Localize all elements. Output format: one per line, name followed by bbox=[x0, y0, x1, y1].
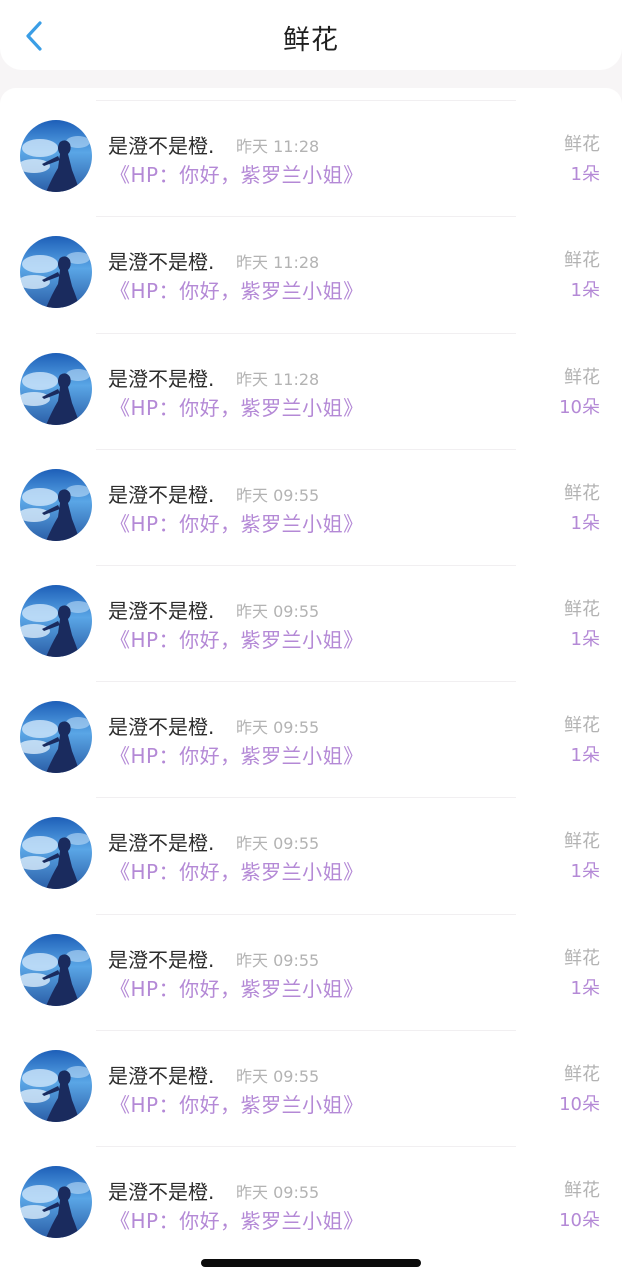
gift-type-label: 鲜花 bbox=[564, 715, 600, 737]
avatar-image bbox=[20, 1049, 92, 1122]
gift-count: 1朵 bbox=[570, 512, 600, 534]
gift-record-row[interactable]: 是澄不是橙. 昨天 09:55 《HP：你好，紫罗兰小姐》 鲜花 1朵 bbox=[0, 681, 622, 797]
gift-type-label: 鲜花 bbox=[564, 134, 600, 156]
book-title-link[interactable]: 《HP：你好，紫罗兰小姐》 bbox=[110, 856, 364, 885]
gift-type-label: 鲜花 bbox=[564, 1179, 600, 1201]
gift-count: 1朵 bbox=[570, 977, 600, 999]
gift-record-row[interactable]: 是澄不是橙. 昨天 09:55 《HP：你好，紫罗兰小姐》 鲜花 10朵 bbox=[0, 1145, 622, 1262]
gift-record-row[interactable]: 是澄不是橙. 昨天 11:28 《HP：你好，紫罗兰小姐》 鲜花 10朵 bbox=[0, 332, 622, 449]
send-time: 昨天 09:55 bbox=[236, 485, 320, 505]
send-time: 昨天 11:28 bbox=[236, 253, 320, 273]
home-indicator bbox=[201, 1259, 421, 1267]
book-title-link[interactable]: 《HP：你好，紫罗兰小姐》 bbox=[110, 740, 364, 769]
sender-name[interactable]: 是澄不是橙. bbox=[108, 246, 214, 275]
gift-count: 10朵 bbox=[559, 1093, 600, 1115]
gift-type-label: 鲜花 bbox=[564, 366, 600, 388]
gift-record-rows: 是澄不是橙. 昨天 11:28 《HP：你好，紫罗兰小姐》 鲜花 1朵 是澄不是… bbox=[0, 88, 622, 1262]
gift-record-list[interactable]: 是澄不是橙. 昨天 11:28 《HP：你好，紫罗兰小姐》 鲜花 1朵 是澄不是… bbox=[0, 88, 622, 1280]
avatar-image bbox=[20, 120, 92, 193]
gift-count: 1朵 bbox=[570, 280, 600, 302]
avatar[interactable] bbox=[20, 933, 92, 1006]
book-title-link[interactable]: 《HP：你好，紫罗兰小姐》 bbox=[110, 624, 364, 653]
avatar-image bbox=[20, 584, 92, 657]
book-title-link[interactable]: 《HP：你好，紫罗兰小姐》 bbox=[110, 1205, 364, 1234]
avatar-image bbox=[20, 1165, 92, 1238]
avatar-image bbox=[20, 701, 92, 774]
send-time: 昨天 11:28 bbox=[236, 369, 320, 389]
send-time: 昨天 11:28 bbox=[236, 137, 320, 157]
sender-name[interactable]: 是澄不是橙. bbox=[108, 944, 214, 973]
avatar-image bbox=[20, 468, 92, 541]
avatar[interactable] bbox=[20, 701, 92, 774]
avatar[interactable] bbox=[20, 1165, 92, 1238]
gift-count: 1朵 bbox=[570, 628, 600, 650]
sender-name[interactable]: 是澄不是橙. bbox=[108, 827, 214, 856]
avatar-image bbox=[20, 352, 92, 425]
send-time: 昨天 09:55 bbox=[236, 1066, 320, 1086]
sender-name[interactable]: 是澄不是橙. bbox=[108, 479, 214, 508]
sender-name[interactable]: 是澄不是橙. bbox=[108, 1176, 214, 1205]
gift-count: 1朵 bbox=[570, 164, 600, 186]
gift-record-row[interactable]: 是澄不是橙. 昨天 11:28 《HP：你好，紫罗兰小姐》 鲜花 1朵 bbox=[0, 216, 622, 332]
gift-record-row[interactable]: 是澄不是橙. 昨天 11:28 《HP：你好，紫罗兰小姐》 鲜花 1朵 bbox=[0, 100, 622, 216]
gift-record-row[interactable]: 是澄不是橙. 昨天 09:55 《HP：你好，紫罗兰小姐》 鲜花 1朵 bbox=[0, 797, 622, 913]
avatar[interactable] bbox=[20, 468, 92, 541]
gift-count: 10朵 bbox=[559, 396, 600, 418]
gift-record-row[interactable]: 是澄不是橙. 昨天 09:55 《HP：你好，紫罗兰小姐》 鲜花 10朵 bbox=[0, 1029, 622, 1146]
book-title-link[interactable]: 《HP：你好，紫罗兰小姐》 bbox=[110, 275, 364, 304]
book-title-link[interactable]: 《HP：你好，紫罗兰小姐》 bbox=[110, 1089, 364, 1118]
avatar[interactable] bbox=[20, 120, 92, 193]
avatar-image bbox=[20, 817, 92, 890]
avatar[interactable] bbox=[20, 236, 92, 309]
book-title-link[interactable]: 《HP：你好，紫罗兰小姐》 bbox=[110, 392, 364, 421]
gift-count: 1朵 bbox=[570, 861, 600, 883]
gift-type-label: 鲜花 bbox=[564, 831, 600, 853]
avatar-image bbox=[20, 933, 92, 1006]
sender-name[interactable]: 是澄不是橙. bbox=[108, 711, 214, 740]
avatar-image bbox=[20, 236, 92, 309]
send-time: 昨天 09:55 bbox=[236, 1182, 320, 1202]
gift-count: 1朵 bbox=[570, 745, 600, 767]
sender-name[interactable]: 是澄不是橙. bbox=[108, 130, 214, 159]
gift-type-label: 鲜花 bbox=[564, 598, 600, 620]
sender-name[interactable]: 是澄不是橙. bbox=[108, 595, 214, 624]
book-title-link[interactable]: 《HP：你好，紫罗兰小姐》 bbox=[110, 973, 364, 1002]
avatar[interactable] bbox=[20, 352, 92, 425]
sender-name[interactable]: 是澄不是橙. bbox=[108, 1060, 214, 1089]
send-time: 昨天 09:55 bbox=[236, 950, 320, 970]
avatar[interactable] bbox=[20, 1049, 92, 1122]
book-title-link[interactable]: 《HP：你好，紫罗兰小姐》 bbox=[110, 508, 364, 537]
nav-bar: 鲜花 bbox=[0, 0, 622, 70]
send-time: 昨天 09:55 bbox=[236, 718, 320, 738]
avatar[interactable] bbox=[20, 584, 92, 657]
gift-type-label: 鲜花 bbox=[564, 947, 600, 969]
avatar[interactable] bbox=[20, 817, 92, 890]
book-title-link[interactable]: 《HP：你好，紫罗兰小姐》 bbox=[110, 159, 364, 188]
send-time: 昨天 09:55 bbox=[236, 834, 320, 854]
gift-record-row[interactable]: 是澄不是橙. 昨天 11:28 《HP：你好，紫罗兰小姐》 鲜花 1朵 bbox=[0, 88, 622, 100]
page-title: 鲜花 bbox=[283, 25, 339, 56]
gift-record-row[interactable]: 是澄不是橙. 昨天 09:55 《HP：你好，紫罗兰小姐》 鲜花 1朵 bbox=[0, 448, 622, 565]
gift-record-row[interactable]: 是澄不是橙. 昨天 09:55 《HP：你好，紫罗兰小姐》 鲜花 1朵 bbox=[0, 913, 622, 1030]
gift-type-label: 鲜花 bbox=[564, 1063, 600, 1085]
sender-name[interactable]: 是澄不是橙. bbox=[108, 363, 214, 392]
gift-type-label: 鲜花 bbox=[564, 482, 600, 504]
flower-records-screen: 鲜花 是澄不是橙. 昨天 11:28 《HP：你好，紫罗兰小姐》 鲜花 1朵 是… bbox=[0, 0, 622, 1280]
gift-type-label: 鲜花 bbox=[564, 250, 600, 272]
gift-count: 10朵 bbox=[559, 1209, 600, 1231]
send-time: 昨天 09:55 bbox=[236, 601, 320, 621]
gift-record-row[interactable]: 是澄不是橙. 昨天 09:55 《HP：你好，紫罗兰小姐》 鲜花 1朵 bbox=[0, 564, 622, 681]
